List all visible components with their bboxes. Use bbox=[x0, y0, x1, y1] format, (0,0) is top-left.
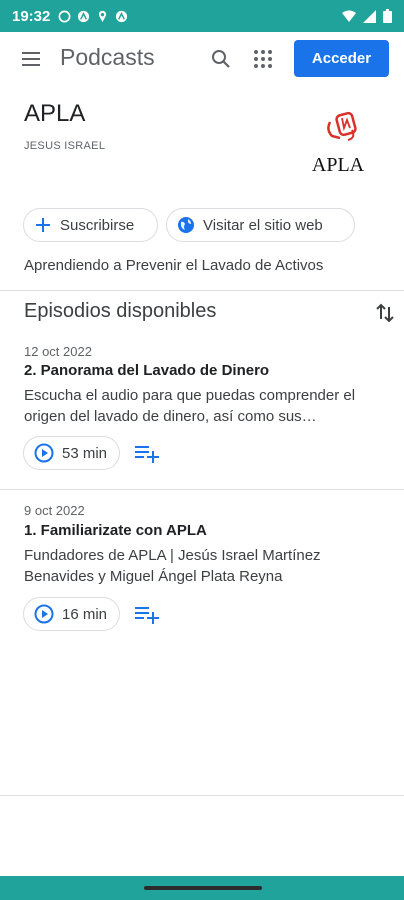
wifi-icon bbox=[342, 10, 356, 22]
battery-icon bbox=[383, 9, 392, 23]
navigation-bar bbox=[0, 876, 404, 900]
plus-icon bbox=[36, 218, 50, 232]
app-bar: Podcasts Acceder bbox=[0, 32, 404, 86]
app-notification-icon bbox=[78, 10, 90, 22]
add-to-queue-icon[interactable] bbox=[134, 442, 160, 464]
whatsapp-icon bbox=[58, 10, 71, 22]
search-icon[interactable] bbox=[210, 48, 232, 70]
episode-title[interactable]: 2. Panorama del Lavado de Dinero bbox=[24, 362, 269, 379]
subscribe-label: Suscribirse bbox=[60, 216, 135, 234]
episodes-section-title: Episodios disponibles bbox=[24, 300, 217, 322]
divider bbox=[0, 290, 404, 291]
episode-date: 9 oct 2022 bbox=[24, 503, 85, 518]
location-icon bbox=[99, 10, 107, 22]
episode-description: Escucha el audio para que puedas compren… bbox=[24, 387, 356, 425]
episode-duration: 16 min bbox=[62, 605, 108, 623]
app-notification-icon bbox=[116, 10, 128, 22]
status-bar: 19:32 bbox=[0, 0, 404, 32]
website-label: Visitar el sitio web bbox=[203, 216, 323, 234]
signal-icon bbox=[363, 9, 376, 23]
subscribe-button[interactable]: Suscribirse bbox=[23, 208, 158, 242]
podcast-description: Aprendiendo a Prevenir el Lavado de Acti… bbox=[24, 257, 324, 274]
visit-website-button[interactable]: Visitar el sitio web bbox=[166, 208, 355, 242]
play-episode-button[interactable]: 53 min bbox=[23, 436, 121, 470]
podcast-author[interactable]: JESUS ISRAEL bbox=[24, 140, 105, 152]
status-time: 19:32 bbox=[12, 7, 51, 25]
system-status-icons bbox=[342, 9, 392, 23]
menu-icon[interactable] bbox=[20, 49, 42, 69]
podcast-cover-image: APLA bbox=[296, 104, 380, 180]
app-title: Podcasts bbox=[60, 44, 155, 70]
play-icon bbox=[34, 443, 54, 463]
sort-icon[interactable] bbox=[374, 302, 396, 324]
episode-date: 12 oct 2022 bbox=[24, 344, 92, 359]
episode-title[interactable]: 1. Familiarizate con APLA bbox=[24, 522, 207, 539]
apps-grid-icon[interactable] bbox=[252, 48, 274, 70]
add-to-queue-icon[interactable] bbox=[134, 603, 160, 625]
divider bbox=[0, 795, 404, 796]
notification-icons bbox=[58, 10, 128, 23]
divider bbox=[0, 489, 404, 490]
episode-duration: 53 min bbox=[62, 444, 108, 462]
play-icon bbox=[34, 604, 54, 624]
login-button[interactable]: Acceder bbox=[294, 40, 389, 77]
play-episode-button[interactable]: 16 min bbox=[23, 597, 121, 631]
globe-icon bbox=[178, 217, 194, 233]
podcast-title: APLA bbox=[24, 100, 86, 127]
apla-logo-icon bbox=[327, 111, 357, 141]
episode-description: Fundadores de APLA | Jesús Israel Martín… bbox=[24, 547, 321, 585]
home-gesture-handle[interactable] bbox=[144, 886, 262, 890]
cover-label: APLA bbox=[311, 154, 365, 176]
